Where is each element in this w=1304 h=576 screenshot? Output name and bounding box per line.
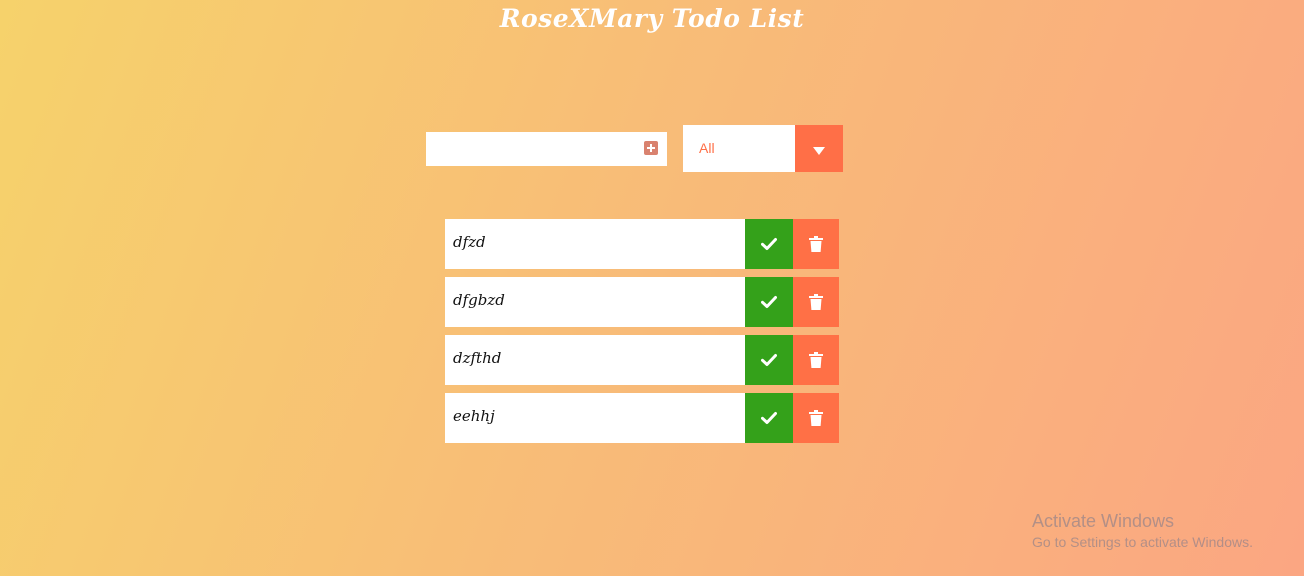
complete-button[interactable] bbox=[745, 219, 793, 269]
caret-down-icon bbox=[813, 147, 825, 155]
complete-button[interactable] bbox=[745, 335, 793, 385]
check-icon bbox=[761, 412, 777, 424]
watermark-title: Activate Windows bbox=[1032, 511, 1175, 531]
todo-text: dfgbzd bbox=[453, 291, 505, 309]
todo-text: dfzd bbox=[453, 233, 486, 251]
trash-icon bbox=[809, 352, 823, 368]
trash-icon bbox=[809, 236, 823, 252]
todo-text: eehhj bbox=[453, 407, 495, 425]
todo-item: dfzd bbox=[445, 219, 839, 269]
filter-selected-value: All bbox=[699, 140, 715, 156]
filter-select[interactable]: All bbox=[683, 125, 843, 172]
add-todo-form bbox=[426, 132, 667, 166]
check-icon bbox=[761, 354, 777, 366]
complete-button[interactable] bbox=[745, 277, 793, 327]
delete-button[interactable] bbox=[793, 219, 839, 269]
plus-square-icon bbox=[647, 144, 655, 152]
todo-text: dzfthd bbox=[453, 349, 502, 367]
check-icon bbox=[761, 296, 777, 308]
delete-button[interactable] bbox=[793, 393, 839, 443]
activate-windows-watermark: Activate Windows Go to Settings to activ… bbox=[1032, 510, 1253, 552]
trash-icon bbox=[809, 410, 823, 426]
todo-item: eehhj bbox=[445, 393, 839, 443]
todo-item: dzfthd bbox=[445, 335, 839, 385]
delete-button[interactable] bbox=[793, 335, 839, 385]
page-title: RoseXMary Todo List bbox=[499, 4, 805, 33]
add-todo-button[interactable] bbox=[644, 141, 658, 155]
trash-icon bbox=[809, 294, 823, 310]
delete-button[interactable] bbox=[793, 277, 839, 327]
filter-dropdown-button[interactable] bbox=[795, 125, 843, 172]
todo-item: dfgbzd bbox=[445, 277, 839, 327]
complete-button[interactable] bbox=[745, 393, 793, 443]
todo-input[interactable] bbox=[426, 132, 626, 166]
todo-list: dfzd dfgbzd dzfthd eehhj bbox=[445, 219, 839, 451]
check-icon bbox=[761, 238, 777, 250]
watermark-subtitle: Go to Settings to activate Windows. bbox=[1032, 534, 1253, 550]
